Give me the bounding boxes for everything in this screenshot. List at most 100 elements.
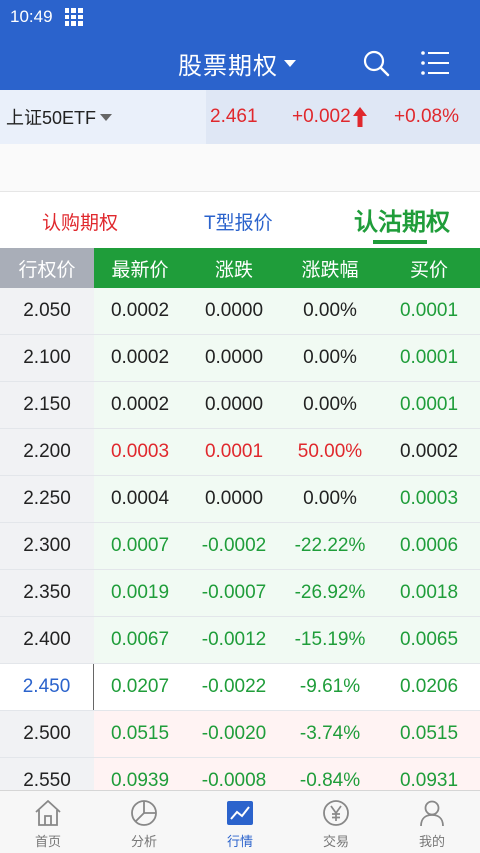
price-change-pct: 0.00% <box>303 300 357 321</box>
strike-price: 2.200 <box>0 429 94 475</box>
last-price: 0.0007 <box>110 535 170 556</box>
price-change: -0.0020 <box>201 723 267 744</box>
price-change: 0.0000 <box>204 488 264 509</box>
table-row[interactable]: 2.450 0.0207 -0.0022 -9.61% 0.0206 <box>0 664 480 711</box>
bid-price: 0.0931 <box>399 770 459 790</box>
blank-strip <box>0 144 480 192</box>
table-row[interactable]: 2.200 0.0003 0.0001 50.00% 0.0002 <box>0 429 480 476</box>
price-change: -0.0002 <box>201 535 267 556</box>
bid-price: 0.0003 <box>399 488 459 509</box>
strike-price: 2.400 <box>0 617 94 663</box>
column-header-bid[interactable]: 买价 <box>378 255 480 282</box>
page-title: 股票期权 <box>178 53 278 80</box>
bid-price: 0.0002 <box>399 441 459 462</box>
nav-market[interactable]: 行情 <box>192 791 288 853</box>
price-change: 0.0001 <box>204 441 264 462</box>
nav-trade[interactable]: 交易 <box>288 791 384 853</box>
price-change-pct: -3.74% <box>299 723 361 744</box>
price-change: 0.0000 <box>204 394 264 415</box>
table-row[interactable]: 2.150 0.0002 0.0000 0.00% 0.0001 <box>0 382 480 429</box>
bid-price: 0.0515 <box>399 723 459 744</box>
table-row[interactable]: 2.500 0.0515 -0.0020 -3.74% 0.0515 <box>0 711 480 758</box>
row-cells: 0.0003 0.0001 50.00% 0.0002 <box>94 429 480 475</box>
bid-price: 0.0006 <box>399 535 459 556</box>
nav-market-label: 行情 <box>226 834 253 849</box>
bid-price: 0.0001 <box>399 394 459 415</box>
row-cells: 0.0207 -0.0022 -9.61% 0.0206 <box>94 664 480 710</box>
underlying-change-pct: +0.08% <box>394 106 459 127</box>
last-price: 0.0019 <box>110 582 170 603</box>
price-change-pct: -9.61% <box>299 676 361 697</box>
last-price: 0.0002 <box>110 394 170 415</box>
column-header-change-pct[interactable]: 涨跌幅 <box>282 255 378 282</box>
row-cells: 0.0004 0.0000 0.00% 0.0003 <box>94 476 480 522</box>
price-change-pct: -26.92% <box>294 582 366 603</box>
last-price: 0.0002 <box>110 300 170 321</box>
row-cells: 0.0002 0.0000 0.00% 0.0001 <box>94 335 480 381</box>
quote-values: 2.461 +0.002 +0.08% <box>206 90 480 144</box>
price-change: -0.0022 <box>201 676 267 697</box>
column-header-last[interactable]: 最新价 <box>94 255 186 282</box>
app-grid-icon <box>64 8 83 26</box>
page-title-dropdown[interactable]: 股票期权 <box>178 46 296 81</box>
strike-price: 2.100 <box>0 335 94 381</box>
price-change-pct: 0.00% <box>303 394 357 415</box>
bid-price: 0.0065 <box>399 629 459 650</box>
table-row[interactable]: 2.350 0.0019 -0.0007 -26.92% 0.0018 <box>0 570 480 617</box>
table-row[interactable]: 2.550 0.0939 -0.0008 -0.84% 0.0931 <box>0 758 480 790</box>
table-row[interactable]: 2.050 0.0002 0.0000 0.00% 0.0001 <box>0 288 480 335</box>
price-change-pct: -15.19% <box>294 629 366 650</box>
last-price: 0.0002 <box>110 347 170 368</box>
underlying-price: 2.461 <box>210 106 258 127</box>
strike-price: 2.250 <box>0 476 94 522</box>
strike-price: 2.350 <box>0 570 94 616</box>
table-row[interactable]: 2.400 0.0067 -0.0012 -15.19% 0.0065 <box>0 617 480 664</box>
price-change: -0.0012 <box>201 629 267 650</box>
strike-price: 2.550 <box>0 758 94 790</box>
status-time: 10:49 <box>10 7 53 26</box>
price-change: -0.0008 <box>201 770 267 790</box>
table-row[interactable]: 2.100 0.0002 0.0000 0.00% 0.0001 <box>0 335 480 382</box>
nav-analysis-label: 分析 <box>130 834 157 849</box>
option-table: 2.050 0.0002 0.0000 0.00% 0.0001 2.100 0… <box>0 288 480 790</box>
price-change: 0.0000 <box>204 300 264 321</box>
column-header-change[interactable]: 涨跌 <box>186 255 282 282</box>
price-change: 0.0000 <box>204 347 264 368</box>
row-cells: 0.0019 -0.0007 -26.92% 0.0018 <box>94 570 480 616</box>
tab-call-options[interactable]: 认购期权 <box>42 208 118 235</box>
strike-price: 2.150 <box>0 382 94 428</box>
last-price: 0.0067 <box>110 629 170 650</box>
nav-mine[interactable]: 我的 <box>384 791 480 853</box>
strike-price: 2.300 <box>0 523 94 569</box>
table-row[interactable]: 2.250 0.0004 0.0000 0.00% 0.0003 <box>0 476 480 523</box>
column-header-strike[interactable]: 行权价 <box>0 248 94 288</box>
table-row[interactable]: 2.300 0.0007 -0.0002 -22.22% 0.0006 <box>0 523 480 570</box>
bid-price: 0.0206 <box>399 676 459 697</box>
chevron-down-icon <box>284 60 296 67</box>
strike-price: 2.500 <box>0 711 94 757</box>
bid-price: 0.0001 <box>399 347 459 368</box>
status-bar: 10:49 <box>0 0 480 34</box>
row-cells: 0.0007 -0.0002 -22.22% 0.0006 <box>94 523 480 569</box>
last-price: 0.0939 <box>110 770 170 790</box>
underlying-selector[interactable]: 上证50ETF <box>0 90 206 144</box>
row-cells: 0.0515 -0.0020 -3.74% 0.0515 <box>94 711 480 757</box>
nav-home-label: 首页 <box>34 834 61 849</box>
price-change-pct: -22.22% <box>294 535 366 556</box>
home-icon <box>35 800 61 826</box>
row-cells: 0.0939 -0.0008 -0.84% 0.0931 <box>94 758 480 790</box>
nav-home[interactable]: 首页 <box>0 791 96 853</box>
underlying-change-wrap: +0.002 <box>292 106 394 128</box>
tab-put-options[interactable]: 认沽期权 <box>354 202 450 237</box>
last-price: 0.0207 <box>110 676 170 697</box>
list-menu-icon[interactable] <box>420 50 450 76</box>
last-price: 0.0004 <box>110 488 170 509</box>
nav-analysis[interactable]: 分析 <box>96 791 192 853</box>
last-price: 0.0003 <box>110 441 170 462</box>
tab-t-quote[interactable]: T型报价 <box>204 208 273 235</box>
price-change-pct: 50.00% <box>297 441 363 462</box>
row-cells: 0.0067 -0.0012 -15.19% 0.0065 <box>94 617 480 663</box>
bid-price: 0.0001 <box>399 300 459 321</box>
search-icon[interactable] <box>362 49 390 77</box>
yen-coin-icon <box>323 800 349 826</box>
